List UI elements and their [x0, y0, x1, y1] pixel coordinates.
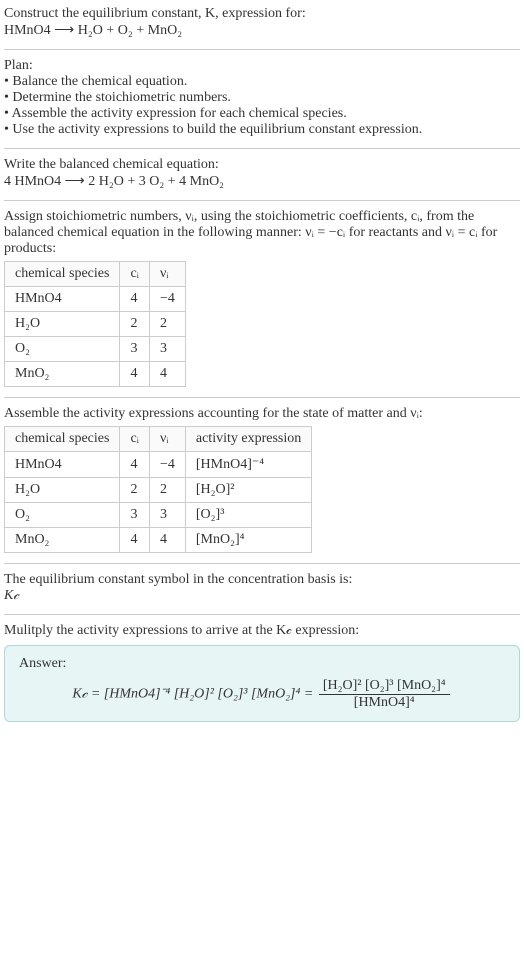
cell-ci: 4 — [120, 362, 150, 387]
eq-lhs: HMnO4 — [4, 23, 54, 38]
assign-text: Assign stoichiometric numbers, νᵢ, using… — [4, 209, 520, 257]
cell-activity: [H₂O]² — [185, 478, 311, 503]
col-vi: νᵢ — [149, 262, 185, 287]
symbol-kc: K𝒸 — [4, 588, 520, 604]
col-activity: activity expression — [185, 427, 311, 452]
cell-vi: −4 — [149, 287, 185, 312]
col-species: chemical species — [5, 262, 120, 287]
cell-vi: 3 — [149, 503, 185, 528]
intro-block: Construct the equilibrium constant, K, e… — [4, 6, 520, 39]
divider — [4, 49, 520, 50]
answer-label: Answer: — [19, 656, 505, 672]
cell-activity: [O₂]³ — [185, 503, 311, 528]
multiply-text: Mulitply the activity expressions to arr… — [4, 623, 520, 639]
table-row: H₂O22[H₂O]² — [5, 478, 312, 503]
divider — [4, 563, 520, 564]
answer-box: Answer: K𝒸 = [HMnO4]⁻⁴ [H₂O]² [O₂]³ [MnO… — [4, 645, 520, 722]
cell-species: MnO₂ — [5, 528, 120, 553]
cell-species: H₂O — [5, 478, 120, 503]
activity-table: chemical species cᵢ νᵢ activity expressi… — [4, 426, 312, 553]
table-row: O₂33[O₂]³ — [5, 503, 312, 528]
cell-vi: 3 — [149, 337, 185, 362]
assemble-block: Assemble the activity expressions accoun… — [4, 406, 520, 553]
cell-species: O₂ — [5, 337, 120, 362]
cell-ci: 4 — [120, 452, 150, 478]
cell-species: HMnO4 — [5, 452, 120, 478]
cell-species: O₂ — [5, 503, 120, 528]
cell-activity: [MnO₂]⁴ — [185, 528, 311, 553]
assign-block: Assign stoichiometric numbers, νᵢ, using… — [4, 209, 520, 387]
symbol-block: The equilibrium constant symbol in the c… — [4, 572, 520, 604]
cell-species: MnO₂ — [5, 362, 120, 387]
eq-rhs: H₂O + O₂ + MnO₂ — [78, 23, 182, 38]
balanced-block: Write the balanced chemical equation: 4 … — [4, 157, 520, 190]
answer-numerator: [H₂O]² [O₂]³ [MnO₂]⁴ — [319, 678, 450, 695]
plan-item-3: • Assemble the activity expression for e… — [4, 106, 520, 122]
assemble-text: Assemble the activity expressions accoun… — [4, 406, 520, 422]
cell-vi: −4 — [149, 452, 185, 478]
col-species: chemical species — [5, 427, 120, 452]
plan-block: Plan: • Balance the chemical equation. •… — [4, 58, 520, 138]
plan-item-4: • Use the activity expressions to build … — [4, 122, 520, 138]
cell-ci: 3 — [120, 337, 150, 362]
divider — [4, 148, 520, 149]
cell-vi: 4 — [149, 362, 185, 387]
answer-equation: K𝒸 = [HMnO4]⁻⁴ [H₂O]² [O₂]³ [MnO₂]⁴ = [H… — [19, 678, 505, 711]
table-row: O₂33 — [5, 337, 186, 362]
divider — [4, 200, 520, 201]
answer-lhs: K𝒸 = [HMnO4]⁻⁴ [H₂O]² [O₂]³ [MnO₂]⁴ = — [72, 687, 316, 702]
cell-activity: [HMnO4]⁻⁴ — [185, 452, 311, 478]
intro-equation: HMnO4 ⟶ H₂O + O₂ + MnO₂ — [4, 22, 520, 39]
balanced-title: Write the balanced chemical equation: — [4, 157, 520, 173]
plan-title: Plan: — [4, 58, 520, 74]
divider — [4, 614, 520, 615]
table-row: MnO₂44 — [5, 362, 186, 387]
table-row: MnO₂44[MnO₂]⁴ — [5, 528, 312, 553]
answer-fraction: [H₂O]² [O₂]³ [MnO₂]⁴ [HMnO4]⁴ — [319, 678, 450, 711]
cell-ci: 2 — [120, 478, 150, 503]
table-row: H₂O22 — [5, 312, 186, 337]
cell-ci: 4 — [120, 287, 150, 312]
multiply-block: Mulitply the activity expressions to arr… — [4, 623, 520, 722]
cell-species: HMnO4 — [5, 287, 120, 312]
cell-vi: 4 — [149, 528, 185, 553]
table-header-row: chemical species cᵢ νᵢ — [5, 262, 186, 287]
table-row: HMnO44−4[HMnO4]⁻⁴ — [5, 452, 312, 478]
cell-ci: 4 — [120, 528, 150, 553]
cell-ci: 2 — [120, 312, 150, 337]
table-header-row: chemical species cᵢ νᵢ activity expressi… — [5, 427, 312, 452]
col-ci: cᵢ — [120, 427, 150, 452]
symbol-text: The equilibrium constant symbol in the c… — [4, 572, 520, 588]
plan-item-1: • Balance the chemical equation. — [4, 74, 520, 90]
stoich-table: chemical species cᵢ νᵢ HMnO44−4 H₂O22 O₂… — [4, 261, 186, 387]
cell-species: H₂O — [5, 312, 120, 337]
intro-text: Construct the equilibrium constant, K, e… — [4, 6, 520, 22]
answer-denominator: [HMnO4]⁴ — [319, 695, 450, 711]
divider — [4, 397, 520, 398]
balanced-equation: 4 HMnO4 ⟶ 2 H₂O + 3 O₂ + 4 MnO₂ — [4, 173, 520, 190]
arrow: ⟶ — [54, 23, 74, 38]
table-row: HMnO44−4 — [5, 287, 186, 312]
plan-item-2: • Determine the stoichiometric numbers. — [4, 90, 520, 106]
col-ci: cᵢ — [120, 262, 150, 287]
cell-vi: 2 — [149, 478, 185, 503]
cell-vi: 2 — [149, 312, 185, 337]
col-vi: νᵢ — [149, 427, 185, 452]
cell-ci: 3 — [120, 503, 150, 528]
